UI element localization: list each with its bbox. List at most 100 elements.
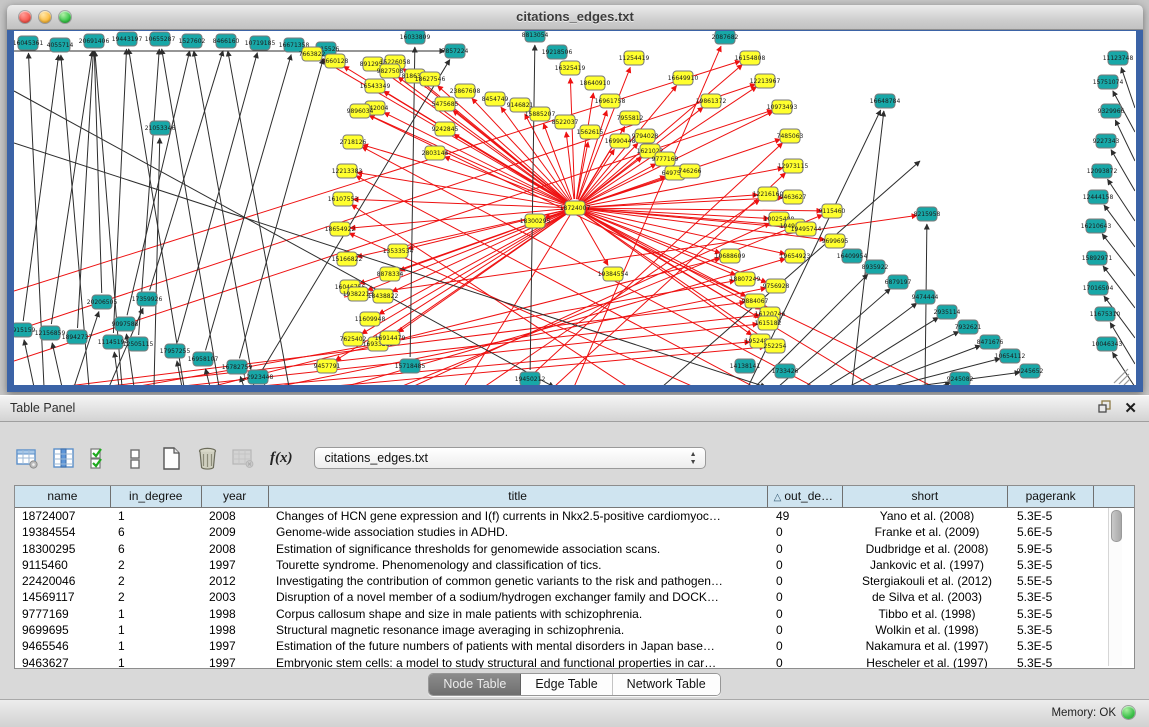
table-cell[interactable]: 5.6E-5 — [1010, 524, 1096, 540]
graph-node[interactable]: 16325419 — [555, 61, 586, 75]
graph-node[interactable]: 11609948 — [355, 312, 386, 326]
table-cell[interactable]: 5.3E-5 — [1010, 638, 1096, 654]
graph-node[interactable]: 16107553 — [328, 192, 359, 206]
table-cell[interactable]: 1 — [111, 655, 202, 669]
table-cell[interactable]: 5.3E-5 — [1010, 606, 1096, 622]
table-cell[interactable]: Tibbo et al. (1998) — [844, 606, 1010, 622]
graph-node[interactable]: 15892971 — [1082, 251, 1113, 265]
graph-node[interactable]: 17957255 — [160, 344, 191, 358]
table-settings-icon[interactable] — [14, 445, 41, 472]
table-cell[interactable]: 19384554 — [15, 524, 111, 540]
table-cell[interactable]: 2008 — [202, 541, 269, 557]
table-cell[interactable]: 14569117 — [15, 589, 111, 605]
graph-node[interactable]: 7485063 — [777, 129, 804, 143]
table-cell[interactable]: 0 — [769, 606, 844, 622]
table-cell[interactable]: 9699695 — [15, 622, 111, 638]
graph-node[interactable]: 20206505 — [87, 295, 118, 309]
table-cell[interactable]: Corpus callosum shape and size in male p… — [269, 606, 769, 622]
graph-node[interactable]: 5475685 — [432, 97, 459, 111]
table-cell[interactable]: 1 — [111, 606, 202, 622]
table-cell[interactable]: 1998 — [202, 606, 269, 622]
memory-status-icon[interactable] — [1122, 706, 1135, 719]
graph-node[interactable]: 8813054 — [522, 31, 549, 42]
graph-node[interactable]: 1733426 — [772, 364, 799, 378]
graph-node[interactable]: 16409954 — [837, 249, 868, 263]
table-cell[interactable]: 0 — [769, 655, 844, 669]
column-header-year[interactable]: year — [202, 486, 269, 507]
table-cell[interactable]: 0 — [769, 589, 844, 605]
graph-node[interactable]: 7955812 — [617, 111, 644, 125]
table-cell[interactable]: 9463627 — [15, 655, 111, 669]
table-cell[interactable]: 6 — [111, 524, 202, 540]
window-titlebar[interactable]: citations_edges.txt — [7, 5, 1143, 30]
tab-node-table[interactable]: Node Table — [429, 674, 521, 695]
graph-node[interactable]: 9146821 — [507, 98, 534, 112]
graph-node[interactable]: 21053346 — [145, 121, 176, 135]
table-cell[interactable]: 5.5E-5 — [1010, 573, 1096, 589]
graph-node[interactable]: 17016504 — [1083, 281, 1114, 295]
table-cell[interactable]: Changes of HCN gene expression and I(f) … — [269, 508, 769, 524]
graph-node[interactable]: 19218506 — [542, 45, 573, 59]
graph-node[interactable]: 9474444 — [912, 290, 939, 304]
float-panel-icon[interactable] — [1097, 399, 1112, 419]
table-row[interactable]: 1938455462009Genome-wide association stu… — [15, 524, 1134, 540]
table-row[interactable]: 1456911722003Disruption of a novel membe… — [15, 589, 1134, 605]
graph-node[interactable]: 2935114 — [934, 305, 961, 319]
graph-node[interactable]: 1562615 — [577, 125, 604, 139]
tab-network-table[interactable]: Network Table — [613, 674, 720, 695]
table-row[interactable]: 946554611997Estimation of the future num… — [15, 638, 1134, 654]
close-panel-icon[interactable]: ✕ — [1124, 400, 1137, 418]
graph-node[interactable]: 20691406 — [79, 34, 110, 48]
table-cell[interactable]: 2009 — [202, 524, 269, 540]
table-cell[interactable]: Nakamura et al. (1997) — [844, 638, 1010, 654]
table-cell[interactable]: Structural magnetic resonance image aver… — [269, 622, 769, 638]
table-scrollbar[interactable] — [1108, 508, 1122, 666]
resize-grip[interactable] — [1114, 369, 1130, 385]
table-cell[interactable]: 2012 — [202, 573, 269, 589]
table-cell[interactable]: 5.3E-5 — [1010, 557, 1096, 573]
table-cell[interactable]: Franke et al. (2009) — [844, 524, 1010, 540]
graph-node[interactable]: 19861372 — [696, 94, 727, 108]
graph-node[interactable]: 16543349 — [360, 79, 391, 93]
table-cell[interactable]: Investigating the contribution of common… — [269, 573, 769, 589]
graph-node[interactable]: 10654112 — [995, 349, 1026, 363]
table-cell[interactable]: Estimation of significance thresholds fo… — [269, 541, 769, 557]
graph-node[interactable]: 8522037 — [552, 115, 579, 129]
table-row[interactable]: 911546021997Tourette syndrome. Phenomeno… — [15, 557, 1134, 573]
graph-node[interactable]: 9463627 — [780, 190, 807, 204]
graph-node[interactable]: 252254 — [764, 339, 787, 353]
graph-node[interactable]: 9884067 — [742, 294, 769, 308]
graph-node[interactable]: 4055714 — [47, 38, 74, 52]
graph-node[interactable]: 12213967 — [750, 74, 781, 88]
new-table-icon[interactable] — [158, 445, 185, 472]
table-cell[interactable]: 2 — [111, 557, 202, 573]
graph-node[interactable]: 8660128 — [322, 54, 349, 68]
graph-node[interactable]: 2803144 — [422, 146, 449, 160]
graph-node[interactable]: 16210643 — [1081, 219, 1112, 233]
table-cell[interactable]: Jankovic et al. (1997) — [844, 557, 1010, 573]
graph-node[interactable]: 18942737 — [62, 330, 93, 344]
graph-node[interactable]: 19443197 — [112, 32, 143, 46]
tab-edge-table[interactable]: Edge Table — [521, 674, 612, 695]
network-canvas[interactable]: 1604536140557142069140619443197106552871… — [14, 31, 1136, 385]
table-cell[interactable]: 2008 — [202, 508, 269, 524]
table-cell[interactable]: 0 — [769, 524, 844, 540]
graph-node[interactable]: 9777169 — [652, 152, 679, 166]
table-cell[interactable]: Dudbridge et al. (2008) — [844, 541, 1010, 557]
graph-node[interactable]: 9245652 — [1017, 364, 1044, 378]
delete-icon[interactable] — [194, 445, 221, 472]
column-header-in_degree[interactable]: in_degree — [111, 486, 202, 507]
table-cell[interactable]: 5.3E-5 — [1010, 655, 1096, 669]
graph-node[interactable]: 10719185 — [245, 36, 276, 50]
table-row[interactable]: 1872400712008Changes of HCN gene express… — [15, 508, 1134, 524]
table-cell[interactable]: Genome-wide association studies in ADHD. — [269, 524, 769, 540]
graph-node[interactable]: 9699695 — [822, 234, 849, 248]
graph-node[interactable]: 9242845 — [432, 122, 459, 136]
scrollbar-thumb[interactable] — [1111, 510, 1122, 542]
graph-node[interactable]: 15751074 — [1093, 75, 1124, 89]
graph-node[interactable]: 7857224 — [442, 44, 469, 58]
table-row[interactable]: 977716911998Corpus callosum shape and si… — [15, 606, 1134, 622]
graph-node[interactable]: 23867608 — [450, 84, 481, 98]
graph-node[interactable]: 8454749 — [482, 92, 509, 106]
table-cell[interactable]: Yano et al. (2008) — [844, 508, 1010, 524]
